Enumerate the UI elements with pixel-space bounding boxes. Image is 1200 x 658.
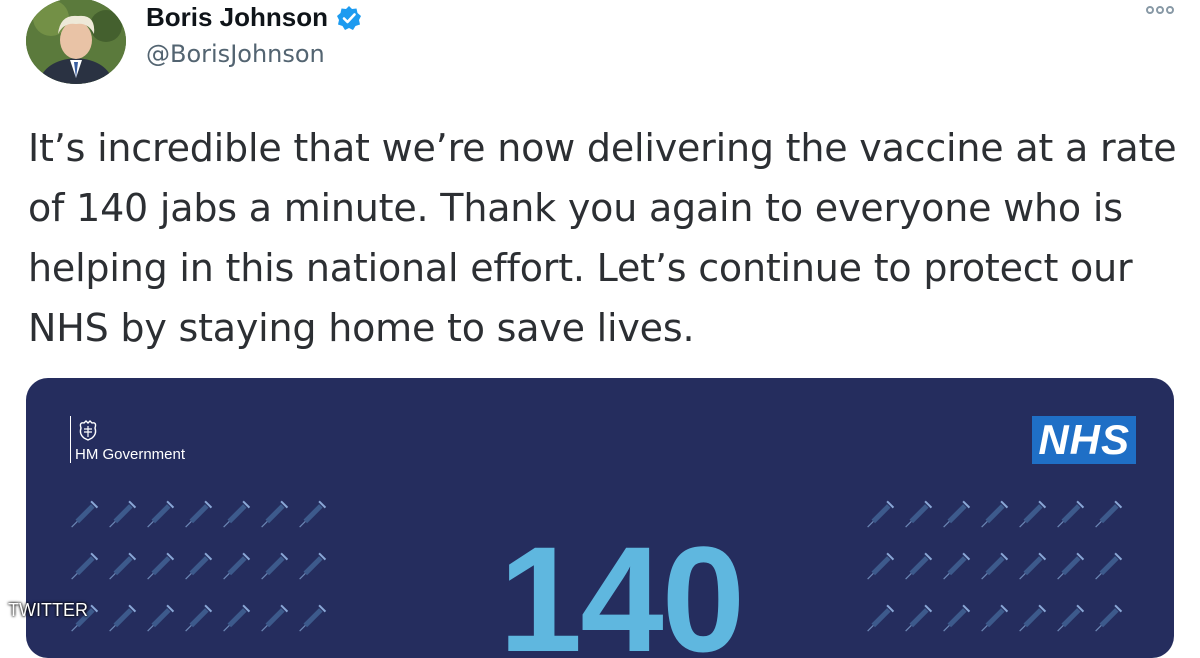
more-dot: [1166, 6, 1174, 14]
more-dot: [1156, 6, 1164, 14]
syringe-icon: [71, 552, 99, 580]
syringe-icon: [1057, 500, 1085, 528]
tweet-media-card[interactable]: HM Government NHS 140: [26, 378, 1174, 658]
hm-government-logo: HM Government: [70, 416, 185, 463]
syringe-icon: [943, 500, 971, 528]
syringe-icon: [223, 500, 251, 528]
hm-government-label: HM Government: [75, 446, 186, 463]
syringe-icon: [261, 552, 289, 580]
syringe-icon: [1019, 500, 1047, 528]
royal-crest-icon: [79, 420, 97, 441]
syringe-icon: [1019, 552, 1047, 580]
more-dot: [1146, 6, 1154, 14]
author-name-row[interactable]: Boris Johnson: [146, 2, 362, 33]
author-name[interactable]: Boris Johnson: [146, 2, 328, 33]
syringe-icon: [981, 552, 1009, 580]
syringe-icon: [981, 500, 1009, 528]
syringe-icon: [867, 500, 895, 528]
syringe-icon: [1057, 552, 1085, 580]
verified-badge-icon: [336, 5, 362, 31]
jabs-per-minute-number: 140: [498, 515, 745, 658]
syringe-icon: [943, 552, 971, 580]
syringe-icon: [71, 500, 99, 528]
syringe-pattern-right: [867, 500, 1123, 632]
nhs-logo: NHS: [1032, 416, 1136, 464]
syringe-icon: [867, 552, 895, 580]
syringe-icon: [223, 552, 251, 580]
syringe-icon: [299, 552, 327, 580]
syringe-icon: [1095, 500, 1123, 528]
syringe-icon: [261, 500, 289, 528]
syringe-icon: [905, 500, 933, 528]
syringe-icon: [185, 552, 213, 580]
more-options-icon[interactable]: [1146, 6, 1174, 14]
syringe-icon: [1095, 552, 1123, 580]
syringe-pattern-left: [71, 500, 327, 632]
avatar[interactable]: [26, 0, 126, 84]
syringe-icon: [299, 500, 327, 528]
tweet-text: It’s incredible that we’re now deliverin…: [28, 126, 1177, 350]
syringe-icon: [147, 552, 175, 580]
source-watermark: TWITTER: [8, 600, 88, 620]
syringe-icon: [905, 552, 933, 580]
syringe-icon: [109, 500, 137, 528]
syringe-icon: [109, 552, 137, 580]
syringe-icon: [185, 500, 213, 528]
syringe-icon: [147, 500, 175, 528]
author-handle[interactable]: @BorisJohnson: [146, 40, 325, 68]
